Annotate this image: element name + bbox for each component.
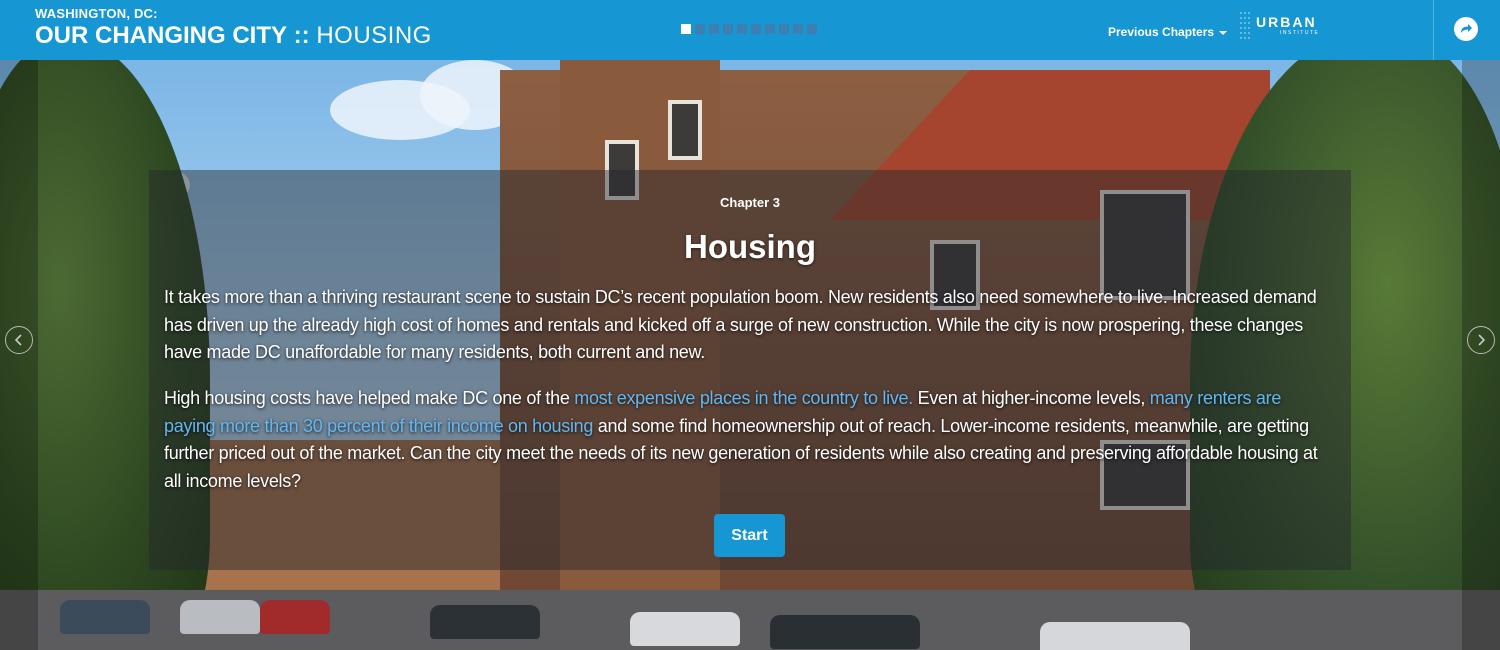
progress-dot[interactable] (793, 24, 803, 34)
expensive-places-link[interactable]: most expensive places in the country to … (574, 388, 913, 408)
photo-car (430, 605, 540, 639)
chapter-label: Chapter 3 (720, 195, 780, 210)
photo-car (60, 600, 150, 634)
logo-dot-pattern (1240, 12, 1250, 39)
previous-chapters-dropdown[interactable]: Previous Chapters (1098, 17, 1237, 47)
logo-text: URBAN (1256, 14, 1317, 30)
intro-panel: Chapter 3 Housing It takes more than a t… (149, 170, 1351, 570)
top-nav-bar: WASHINGTON, DC: OUR CHANGING CITY :: HOU… (0, 0, 1500, 60)
start-button[interactable]: Start (714, 514, 785, 557)
share-area (1433, 0, 1500, 60)
progress-dot[interactable] (681, 24, 691, 34)
next-slide-button[interactable] (1467, 326, 1495, 354)
chevron-left-icon (14, 334, 22, 346)
share-button[interactable] (1454, 17, 1478, 41)
progress-dot[interactable] (723, 24, 733, 34)
photo-window (668, 100, 702, 160)
photo-shade-left (0, 60, 38, 650)
logo-subtext: INSTITUTE (1280, 30, 1320, 36)
urban-institute-logo[interactable]: URBAN INSTITUTE (1238, 7, 1330, 53)
photo-car (260, 600, 330, 634)
previous-slide-button[interactable] (5, 326, 33, 354)
progress-dot[interactable] (779, 24, 789, 34)
site-brand[interactable]: WASHINGTON, DC: OUR CHANGING CITY :: HOU… (35, 7, 432, 50)
intro-paragraph-1: It takes more than a thriving restaurant… (164, 287, 1317, 362)
progress-dot[interactable] (751, 24, 761, 34)
paragraph-text: High housing costs have helped make DC o… (164, 388, 575, 408)
chapter-title: Housing (684, 228, 816, 265)
progress-dot[interactable] (737, 24, 747, 34)
photo-car (1040, 622, 1190, 650)
photo-car (770, 615, 920, 649)
previous-chapters-label: Previous Chapters (1108, 25, 1215, 39)
photo-shade-right (1462, 60, 1500, 650)
caret-down-icon (1219, 30, 1228, 35)
site-subtitle: WASHINGTON, DC: (35, 6, 158, 21)
hero-section: Chapter 3 Housing It takes more than a t… (0, 60, 1500, 650)
progress-dot[interactable] (709, 24, 719, 34)
progress-dot[interactable] (695, 24, 705, 34)
share-arrow-icon (1461, 24, 1472, 33)
current-chapter-name: HOUSING (316, 22, 432, 49)
intro-paragraph-2: High housing costs have helped make DC o… (164, 385, 1329, 495)
progress-dot[interactable] (765, 24, 775, 34)
title-separator: :: (293, 22, 310, 49)
photo-car (180, 600, 260, 634)
photo-car (630, 612, 740, 646)
site-title-line: OUR CHANGING CITY :: HOUSING (35, 22, 432, 50)
progress-dot[interactable] (807, 24, 817, 34)
site-title: OUR CHANGING CITY (35, 22, 287, 49)
paragraph-text: Even at higher-income levels, (912, 388, 1150, 408)
progress-dots (681, 24, 817, 34)
chevron-right-icon (1478, 334, 1486, 346)
